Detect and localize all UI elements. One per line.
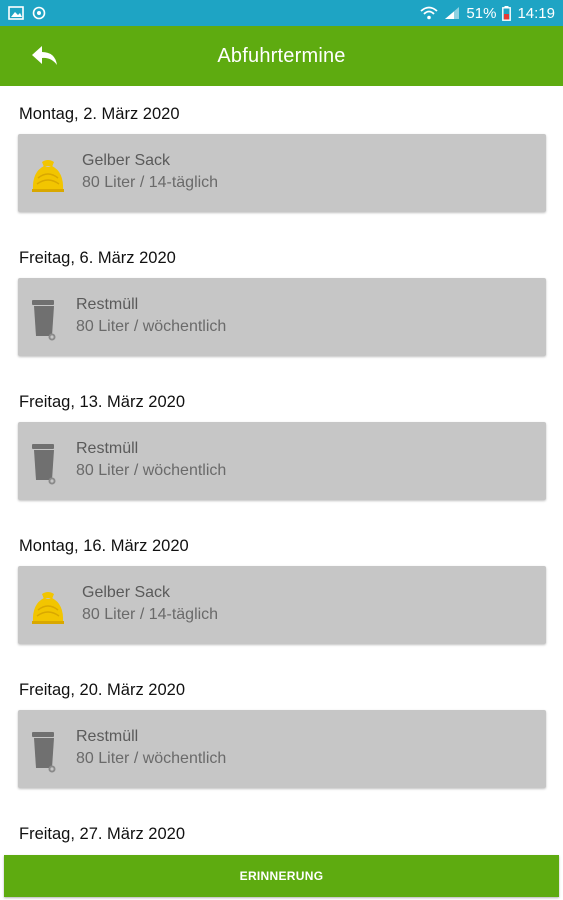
trash-bin-icon [22, 730, 66, 774]
waste-details: 80 Liter / 14-täglich [82, 174, 219, 191]
pickup-date: Freitag, 27. März 2020 [19, 825, 185, 843]
reminder-button[interactable]: ERINNERUNG [4, 855, 559, 897]
vpn-icon [32, 6, 46, 20]
back-arrow-icon[interactable] [30, 42, 60, 70]
app-bar: Abfuhrtermine [0, 26, 563, 86]
status-bar: 51% 14:19 [0, 0, 563, 26]
waste-type: Restmüll [76, 728, 139, 745]
battery-percent: 51% [466, 4, 497, 22]
gallery-icon [8, 6, 24, 20]
waste-details: 80 Liter / wöchentlich [76, 318, 227, 335]
pickup-card[interactable]: Restmüll 80 Liter / wöchentlich [18, 422, 546, 500]
pickup-card[interactable]: Restmüll 80 Liter / wöchentlich [18, 278, 546, 356]
trash-bin-icon [22, 442, 66, 486]
waste-type: Restmüll [76, 296, 139, 313]
pickup-date: Freitag, 20. März 2020 [19, 681, 185, 699]
waste-details: 80 Liter / 14-täglich [82, 606, 219, 623]
waste-type: Gelber Sack [82, 152, 171, 169]
pickup-date: Freitag, 6. März 2020 [19, 249, 176, 267]
battery-icon [502, 5, 512, 21]
trash-bin-icon [22, 298, 66, 342]
signal-icon [444, 6, 460, 20]
pickup-card[interactable]: Gelber Sack 80 Liter / 14-täglich [18, 566, 546, 644]
clock: 14:19 [517, 4, 555, 22]
pickup-card[interactable]: Restmüll 80 Liter / wöchentlich [18, 710, 546, 788]
page-title: Abfuhrtermine [217, 44, 346, 67]
pickup-card[interactable]: Gelber Sack 80 Liter / 14-täglich [18, 134, 546, 212]
waste-type: Restmüll [76, 440, 139, 457]
pickup-list: Montag, 2. März 2020 Gelber Sack 80 Lite… [0, 86, 563, 850]
waste-details: 80 Liter / wöchentlich [76, 750, 227, 767]
bottom-bar: ERINNERUNG [0, 850, 563, 900]
wifi-icon [420, 6, 439, 20]
yellow-sack-icon [26, 154, 70, 198]
yellow-sack-icon [26, 586, 70, 630]
pickup-date: Montag, 2. März 2020 [19, 105, 180, 123]
pickup-date: Montag, 16. März 2020 [19, 537, 189, 555]
waste-details: 80 Liter / wöchentlich [76, 462, 227, 479]
waste-type: Gelber Sack [82, 584, 171, 601]
pickup-date: Freitag, 13. März 2020 [19, 393, 185, 411]
